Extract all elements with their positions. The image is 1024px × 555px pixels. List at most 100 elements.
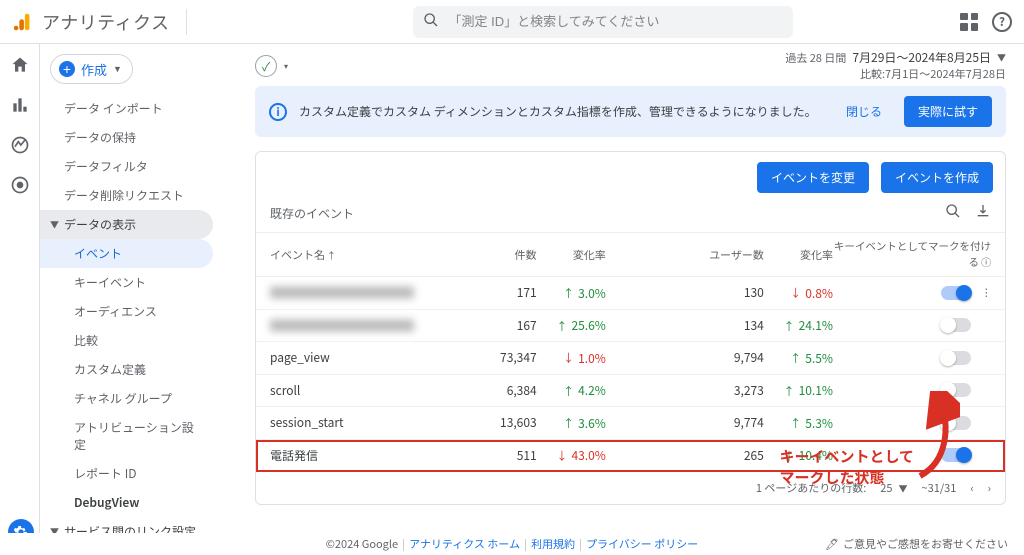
event-name: ████████████ <box>270 317 414 334</box>
sidebar-item[interactable]: データ インポート <box>40 94 225 123</box>
row-menu-icon[interactable]: ⋮ <box>981 285 991 300</box>
event-users: 9,774 <box>695 414 764 431</box>
event-count: 73,347 <box>468 349 537 366</box>
sidebar-item[interactable]: オーディエンス <box>40 297 213 326</box>
col-users-label[interactable]: ユーザー数 <box>695 247 764 263</box>
search-icon <box>423 12 439 32</box>
status-check-icon[interactable]: ✓ <box>255 55 277 77</box>
ga-logo-icon <box>12 11 34 33</box>
advertising-icon[interactable] <box>9 174 31 196</box>
sidebar-item[interactable]: DebugView <box>40 488 213 517</box>
sidebar-item[interactable]: アトリビューション設定 <box>40 413 213 459</box>
sidebar-item[interactable]: レポート ID <box>40 459 213 488</box>
event-users-delta: ↑10.1% <box>764 382 833 399</box>
footer: ©2024 Google | アナリティクス ホーム | 利用規約 | プライバ… <box>0 533 1024 555</box>
key-event-toggle[interactable] <box>941 416 971 430</box>
divider <box>186 9 187 35</box>
footer-copyright: ©2024 Google <box>326 536 398 552</box>
sidebar-item[interactable]: イベント <box>40 239 213 268</box>
col-count-label[interactable]: 件数 <box>468 247 537 263</box>
event-name: session_start <box>270 414 344 431</box>
search-input[interactable] <box>449 14 783 29</box>
date-prefix: 過去 28 日間 <box>785 51 846 66</box>
footer-link-privacy[interactable]: プライバシー ポリシー <box>586 536 698 552</box>
pager-range: ~31/31 <box>922 480 957 496</box>
footer-link-home[interactable]: アナリティクス ホーム <box>409 536 520 552</box>
ga-logo: アナリティクス <box>12 9 170 35</box>
sidebar-item[interactable]: データ削除リクエスト <box>40 181 225 210</box>
table-header: イベント名↑ 件数 変化率 ユーザー数 変化率 キーイベントとしてマークを付ける… <box>256 232 1005 277</box>
modify-event-button[interactable]: イベントを変更 <box>757 162 869 193</box>
pager-next-icon[interactable]: › <box>988 480 991 496</box>
event-name: scroll <box>270 382 300 399</box>
search-icon[interactable] <box>945 203 961 224</box>
create-event-button[interactable]: イベントを作成 <box>881 162 993 193</box>
key-event-toggle[interactable] <box>941 383 971 397</box>
event-count-delta: ↓1.0% <box>537 350 606 367</box>
banner-cta-button[interactable]: 実際に試す <box>904 96 992 127</box>
chevron-down-icon: ▼ <box>113 64 122 74</box>
event-users: 134 <box>695 317 764 334</box>
event-count-delta: ↑25.6% <box>537 317 606 334</box>
event-count: 13,603 <box>468 414 537 431</box>
sidebar-item[interactable]: データフィルタ <box>40 152 225 181</box>
sidebar-item[interactable]: キーイベント <box>40 268 213 297</box>
event-name: ████████████ <box>270 284 414 301</box>
table-row[interactable]: session_start13,603↑3.6%9,774↑5.3% <box>256 407 1005 440</box>
footer-link-terms[interactable]: 利用規約 <box>531 536 575 552</box>
key-event-toggle[interactable] <box>941 286 971 300</box>
search-box[interactable] <box>413 6 793 38</box>
key-event-toggle[interactable] <box>941 351 971 365</box>
banner-close[interactable]: 閉じる <box>846 103 882 120</box>
feedback-icon[interactable]: 🖊 <box>825 536 839 552</box>
info-icon[interactable]: ⓘ <box>981 254 991 269</box>
sidebar-group-display[interactable]: ▼ データの表示 <box>40 210 213 239</box>
download-icon[interactable] <box>975 203 991 224</box>
col-urate-label[interactable]: 変化率 <box>764 247 833 263</box>
reports-icon[interactable] <box>9 94 31 116</box>
topbar: アナリティクス ? <box>0 0 1024 44</box>
event-users: 9,794 <box>695 349 764 366</box>
help-icon[interactable]: ? <box>992 12 1012 32</box>
home-icon[interactable] <box>9 54 31 76</box>
sidebar-item[interactable]: チャネル グループ <box>40 384 213 413</box>
col-rate-label[interactable]: 変化率 <box>537 247 606 263</box>
event-count: 171 <box>468 284 537 301</box>
event-count-delta: ↓43.0% <box>537 447 606 464</box>
sidebar: + 作成 ▼ データ インポートデータの保持データフィルタデータ削除リクエスト … <box>40 44 225 555</box>
existing-events-label: 既存のイベント <box>270 205 354 222</box>
key-event-toggle[interactable] <box>941 318 971 332</box>
sidebar-item[interactable]: データの保持 <box>40 123 225 152</box>
event-users-delta: ↑24.1% <box>764 317 833 334</box>
apps-icon[interactable] <box>960 13 978 31</box>
date-range-picker[interactable]: 過去 28 日間 7月29日～2024年8月25日 ▼ 比較:7月1日～2024… <box>785 50 1006 82</box>
event-count-delta: ↑3.0% <box>537 285 606 302</box>
chevron-down-icon: ▼ <box>997 52 1006 65</box>
create-button[interactable]: + 作成 ▼ <box>50 54 133 84</box>
banner-text: カスタム定義でカスタム ディメンションとカスタム指標を作成、管理できるようになり… <box>299 103 817 120</box>
col-key-label: キーイベントとしてマークを付ける <box>834 239 991 270</box>
footer-feedback[interactable]: ご意見やご感想をお寄せください <box>843 536 1008 552</box>
create-button-label: 作成 <box>81 60 107 79</box>
event-users: 265 <box>695 447 764 464</box>
event-count-delta: ↑3.6% <box>537 415 606 432</box>
event-users-delta: ↓0.8% <box>764 285 833 302</box>
event-count: 511 <box>468 447 537 464</box>
table-row[interactable]: ████████████ 167↑25.6% 134↑24.1% <box>256 310 1005 343</box>
event-users-delta: ↑5.5% <box>764 350 833 367</box>
sidebar-item[interactable]: 比較 <box>40 326 213 355</box>
pager-prev-icon[interactable]: ‹ <box>970 480 973 496</box>
event-name: 電話発信 <box>270 447 318 464</box>
date-compare: 比較:7月1日～2024年7月28日 <box>785 67 1006 82</box>
col-name-label[interactable]: イベント名 <box>270 247 325 263</box>
key-event-toggle[interactable] <box>941 448 971 462</box>
sort-asc-icon: ↑ <box>327 249 336 262</box>
event-count: 167 <box>468 317 537 334</box>
event-name: page_view <box>270 349 330 366</box>
table-row[interactable]: page_view 73,347↓1.0% 9,794↑5.5% <box>256 342 1005 375</box>
table-row[interactable]: scroll6,384↑4.2%3,273↑10.1% <box>256 375 1005 408</box>
nav-rail <box>0 44 40 555</box>
explore-icon[interactable] <box>9 134 31 156</box>
table-row[interactable]: ████████████171↑3.0%130↓0.8%⋮ <box>256 277 1005 310</box>
sidebar-item[interactable]: カスタム定義 <box>40 355 213 384</box>
